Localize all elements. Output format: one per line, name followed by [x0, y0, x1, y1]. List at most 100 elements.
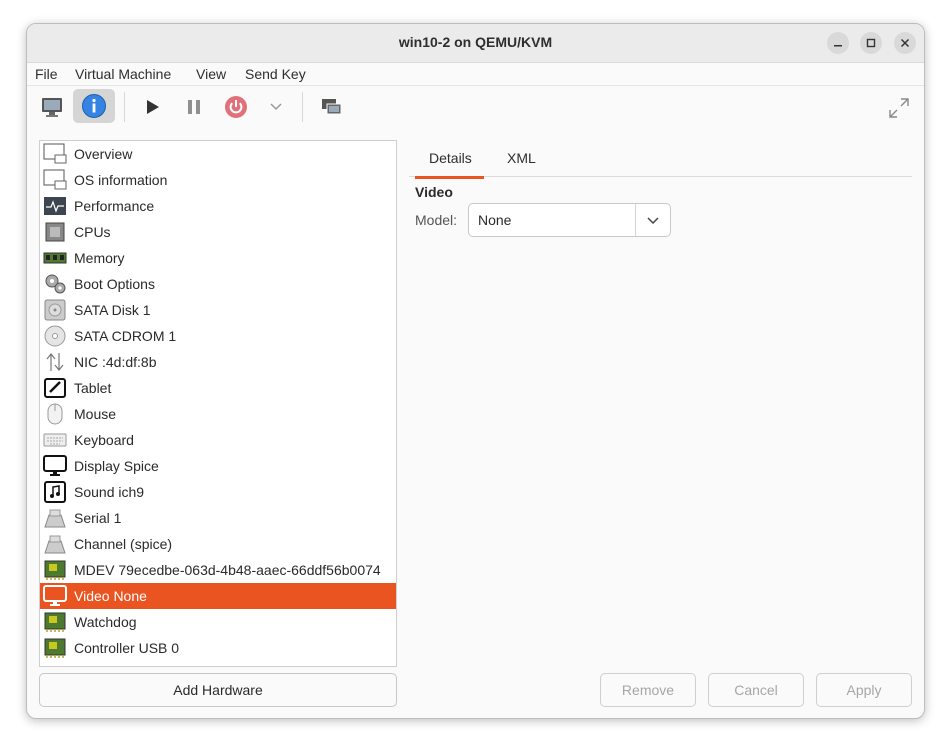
menu-virtual-machine[interactable]: Virtual Machine — [75, 66, 171, 82]
menu-file[interactable]: File — [35, 66, 58, 82]
list-item-channel-spice[interactable]: Channel (spice) — [40, 531, 396, 557]
run-button[interactable] — [137, 92, 167, 122]
fullscreen-button[interactable] — [885, 94, 913, 122]
list-item-tablet[interactable]: Tablet — [40, 375, 396, 401]
list-item-cpus[interactable]: CPUs — [40, 219, 396, 245]
tab-details[interactable]: Details — [415, 150, 484, 179]
list-item-label: SATA Disk 1 — [74, 302, 151, 318]
vm-details-window: win10-2 on QEMU/KVM File Virtual Machine… — [26, 23, 925, 719]
close-icon — [900, 38, 910, 48]
list-item-label: Tablet — [74, 380, 112, 396]
toolbar-separator — [124, 92, 125, 122]
menu-send-key[interactable]: Send Key — [245, 66, 306, 82]
tab-bar: Details XML — [409, 140, 912, 179]
pause-icon — [188, 100, 200, 114]
list-item-sound-ich9[interactable]: Sound ich9 — [40, 479, 396, 505]
menu-view[interactable]: View — [196, 66, 226, 82]
screenshot-button[interactable] — [317, 92, 347, 122]
add-hardware-button[interactable]: Add Hardware — [39, 673, 397, 707]
list-item-label: Controller USB 0 — [74, 640, 180, 656]
list-item-label: Memory — [74, 250, 125, 266]
model-label: Model: — [415, 212, 458, 228]
video-icon — [42, 584, 68, 608]
pci-card-icon — [42, 610, 68, 634]
keyboard-icon — [42, 428, 68, 452]
list-item-mdev[interactable]: MDEV 79ecedbe-063d-4b48-aaec-66ddf56b007… — [40, 557, 396, 583]
monitor-icon — [42, 98, 62, 117]
list-item-os-information[interactable]: OS information — [40, 167, 396, 193]
cpu-icon — [42, 220, 68, 244]
list-item-label: Watchdog — [74, 614, 137, 630]
pause-button[interactable] — [179, 92, 209, 122]
info-icon — [82, 94, 106, 118]
chevron-down-icon — [647, 217, 659, 225]
list-item-label: Performance — [74, 198, 155, 214]
remove-button[interactable]: Remove — [600, 673, 696, 707]
list-item-label: Keyboard — [74, 432, 134, 448]
chevron-down-icon — [270, 103, 282, 111]
list-item-sata-cdrom-1[interactable]: SATA CDROM 1 — [40, 323, 396, 349]
title-bar[interactable]: win10-2 on QEMU/KVM — [27, 24, 924, 63]
list-item-label: Serial 1 — [74, 510, 122, 526]
minimize-icon — [834, 45, 842, 47]
list-item-label: Sound ich9 — [74, 484, 145, 500]
sound-icon — [42, 480, 68, 504]
console-button[interactable] — [35, 92, 69, 122]
list-item-performance[interactable]: Performance — [40, 193, 396, 219]
list-item-label: MDEV 79ecedbe-063d-4b48-aaec-66ddf56b007… — [74, 562, 381, 578]
mouse-icon — [42, 402, 68, 426]
tab-xml[interactable]: XML — [507, 150, 536, 166]
minimize-button[interactable] — [827, 32, 849, 54]
pci-card-icon — [42, 558, 68, 582]
list-item-watchdog[interactable]: Watchdog — [40, 609, 396, 635]
list-item-display-spice[interactable]: Display Spice — [40, 453, 396, 479]
shutdown-button[interactable] — [221, 92, 251, 122]
list-item-label: Boot Options — [74, 276, 155, 292]
memory-icon — [42, 246, 68, 270]
window-title: win10-2 on QEMU/KVM — [398, 34, 553, 50]
list-item-label: SATA CDROM 1 — [74, 328, 177, 344]
monitor-icon — [42, 168, 68, 192]
serial-icon — [42, 506, 68, 530]
list-item-video-none[interactable]: Video None — [40, 583, 396, 609]
gears-icon — [42, 272, 68, 296]
toolbar-separator — [302, 92, 303, 122]
list-item-label: NIC :4d:df:8b — [74, 354, 157, 370]
model-select-value: None — [478, 212, 512, 228]
list-item-memory[interactable]: Memory — [40, 245, 396, 271]
section-title: Video — [415, 184, 453, 200]
list-item-sata-disk-1[interactable]: SATA Disk 1 — [40, 297, 396, 323]
combo-divider — [635, 204, 636, 236]
list-item-label: OS information — [74, 172, 168, 188]
apply-button[interactable]: Apply — [816, 673, 912, 707]
cdrom-icon — [42, 324, 68, 348]
list-item-overview[interactable]: Overview — [40, 141, 396, 167]
details-button[interactable] — [73, 89, 115, 123]
toolbar — [27, 86, 924, 128]
list-item-boot-options[interactable]: Boot Options — [40, 271, 396, 297]
cancel-button[interactable]: Cancel — [708, 673, 804, 707]
list-item-label: CPUs — [74, 224, 111, 240]
shutdown-menu-button[interactable] — [265, 92, 287, 122]
list-item-label: Display Spice — [74, 458, 159, 474]
list-item-mouse[interactable]: Mouse — [40, 401, 396, 427]
display-icon — [42, 454, 68, 478]
network-icon — [42, 350, 68, 374]
list-item-label: Channel (spice) — [74, 536, 173, 552]
list-item-controller-usb-0[interactable]: Controller USB 0 — [40, 635, 396, 661]
performance-icon — [42, 194, 68, 218]
serial-icon — [42, 532, 68, 556]
monitor-icon — [42, 142, 68, 166]
maximize-button[interactable] — [860, 32, 882, 54]
list-item-serial-1[interactable]: Serial 1 — [40, 505, 396, 531]
list-item-keyboard[interactable]: Keyboard — [40, 427, 396, 453]
menu-bar: File Virtual Machine View Send Key — [27, 63, 924, 86]
tablet-icon — [42, 376, 68, 400]
close-button[interactable] — [894, 32, 916, 54]
list-item-label: Video None — [74, 588, 147, 604]
list-item-nic[interactable]: NIC :4d:df:8b — [40, 349, 396, 375]
list-item-label: Mouse — [74, 406, 117, 422]
screenshot-icon — [322, 99, 342, 115]
model-select[interactable]: None — [468, 203, 671, 237]
power-icon — [225, 96, 247, 118]
